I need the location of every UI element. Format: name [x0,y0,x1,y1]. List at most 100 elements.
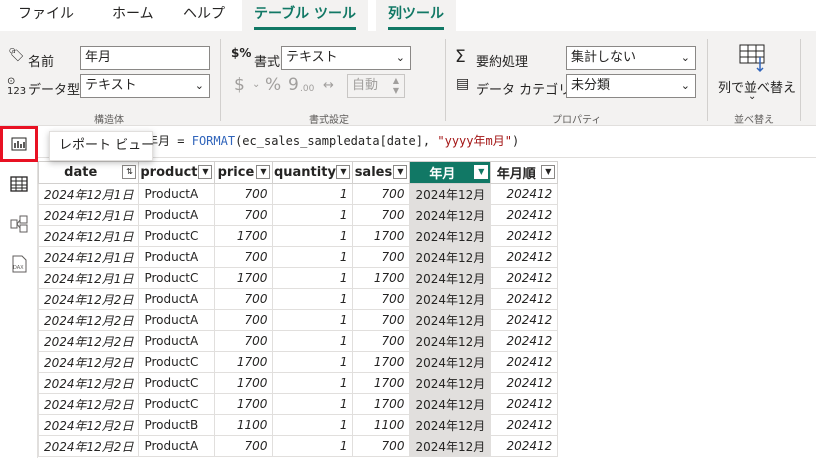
cell-date[interactable]: 2024年12月1日 [37,225,140,247]
column-header-price[interactable]: price ▼ [214,161,274,184]
cell-product[interactable]: ProductB [138,414,216,436]
cell-date[interactable]: 2024年12月2日 [37,435,140,457]
cell-date[interactable]: 2024年12月1日 [37,246,140,268]
column-header-date[interactable]: date ⇅ [37,161,140,184]
cell-product[interactable]: ProductC [138,393,216,415]
cell-product[interactable]: ProductA [138,288,216,310]
tab-help[interactable]: ヘルプ [183,0,225,31]
cell-price[interactable]: 1700 [214,351,274,373]
cell-quantity[interactable]: 1 [272,372,354,394]
column-header-year-month[interactable]: 年月 ▼ [409,161,492,184]
comma-button[interactable]: 9 [288,75,299,95]
cell-price[interactable]: 1700 [214,393,274,415]
cell-year-month-order[interactable]: 202412 [490,372,559,394]
cell-year-month[interactable]: 2024年12月 [409,204,492,226]
cell-year-month[interactable]: 2024年12月 [409,393,492,415]
cell-product[interactable]: ProductA [138,435,216,457]
cell-date[interactable]: 2024年12月2日 [37,288,140,310]
cell-year-month[interactable]: 2024年12月 [409,267,492,289]
cell-quantity[interactable]: 1 [272,183,354,205]
cell-product[interactable]: ProductC [138,351,216,373]
cell-product[interactable]: ProductA [138,204,216,226]
table-view-button[interactable] [4,169,34,199]
cell-price[interactable]: 700 [214,204,274,226]
cell-year-month[interactable]: 2024年12月 [409,414,492,436]
cell-year-month[interactable]: 2024年12月 [409,309,492,331]
cell-sales[interactable]: 700 [352,183,411,205]
cell-year-month[interactable]: 2024年12月 [409,435,492,457]
cell-price[interactable]: 700 [214,183,274,205]
cell-year-month[interactable]: 2024年12月 [409,330,492,352]
filter-dropdown-icon[interactable]: ▼ [336,165,351,179]
cell-sales[interactable]: 700 [352,288,411,310]
column-header-year-month-order[interactable]: 年月順 ▼ [490,161,559,184]
cell-price[interactable]: 700 [214,246,274,268]
cell-sales[interactable]: 700 [352,204,411,226]
tab-table-tools[interactable]: テーブル ツール [242,0,369,31]
column-header-quantity[interactable]: quantity ▼ [272,161,354,184]
cell-year-month[interactable]: 2024年12月 [409,372,492,394]
cell-product[interactable]: ProductA [138,309,216,331]
datatype-select[interactable]: テキスト ⌄ [80,74,210,98]
cell-quantity[interactable]: 1 [272,309,354,331]
cell-date[interactable]: 2024年12月2日 [37,330,140,352]
cell-price[interactable]: 1700 [214,225,274,247]
cell-year-month[interactable]: 2024年12月 [409,225,492,247]
cell-year-month-order[interactable]: 202412 [490,351,559,373]
cell-quantity[interactable]: 1 [272,351,354,373]
filter-dropdown-icon[interactable]: ▼ [474,165,489,179]
cell-product[interactable]: ProductA [138,330,216,352]
cell-year-month-order[interactable]: 202412 [490,330,559,352]
cell-product[interactable]: ProductC [138,372,216,394]
cell-year-month[interactable]: 2024年12月 [409,183,492,205]
model-view-button[interactable] [4,209,34,239]
dax-query-view-button[interactable]: DAX [4,249,34,279]
cell-price[interactable]: 700 [214,309,274,331]
cell-sales[interactable]: 700 [352,435,411,457]
cell-date[interactable]: 2024年12月2日 [37,351,140,373]
cell-quantity[interactable]: 1 [272,225,354,247]
cell-date[interactable]: 2024年12月1日 [37,267,140,289]
cell-year-month-order[interactable]: 202412 [490,267,559,289]
cell-sales[interactable]: 700 [352,246,411,268]
sort-filter-icon[interactable]: ⇅ [122,165,137,179]
summary-select[interactable]: 集計しない ⌄ [566,46,696,70]
cell-year-month-order[interactable]: 202412 [490,246,559,268]
cell-sales[interactable]: 1100 [352,414,411,436]
cell-sales[interactable]: 1700 [352,225,411,247]
cell-date[interactable]: 2024年12月1日 [37,183,140,205]
cell-sales[interactable]: 1700 [352,372,411,394]
cell-year-month-order[interactable]: 202412 [490,309,559,331]
cell-sales[interactable]: 1700 [352,393,411,415]
cell-year-month[interactable]: 2024年12月 [409,288,492,310]
cell-year-month-order[interactable]: 202412 [490,183,559,205]
category-select[interactable]: 未分類 ⌄ [566,74,696,98]
cell-year-month-order[interactable]: 202412 [490,435,559,457]
cell-product[interactable]: ProductA [138,246,216,268]
cell-year-month-order[interactable]: 202412 [490,414,559,436]
column-header-sales[interactable]: sales ▼ [352,161,411,184]
filter-dropdown-icon[interactable]: ▼ [541,165,556,179]
currency-button[interactable]: $ [234,75,245,95]
formula-bar[interactable]: 年月 = FORMAT(ec_sales_sampledata[date], "… [38,126,816,158]
cell-price[interactable]: 700 [214,435,274,457]
cell-year-month[interactable]: 2024年12月 [409,246,492,268]
cell-product[interactable]: ProductC [138,225,216,247]
name-input[interactable]: 年月 [80,46,210,70]
cell-date[interactable]: 2024年12月2日 [37,393,140,415]
cell-year-month-order[interactable]: 202412 [490,225,559,247]
cell-product[interactable]: ProductA [138,183,216,205]
cell-price[interactable]: 1700 [214,372,274,394]
cell-sales[interactable]: 700 [352,309,411,331]
tab-home[interactable]: ホーム [112,0,154,31]
cell-quantity[interactable]: 1 [272,435,354,457]
cell-price[interactable]: 700 [214,330,274,352]
cell-year-month[interactable]: 2024年12月 [409,351,492,373]
cell-quantity[interactable]: 1 [272,414,354,436]
cell-sales[interactable]: 1700 [352,267,411,289]
cell-sales[interactable]: 1700 [352,351,411,373]
sort-by-column-button[interactable]: 列で並べ替え ⌄ [718,39,796,107]
cell-product[interactable]: ProductC [138,267,216,289]
cell-quantity[interactable]: 1 [272,393,354,415]
cell-quantity[interactable]: 1 [272,288,354,310]
